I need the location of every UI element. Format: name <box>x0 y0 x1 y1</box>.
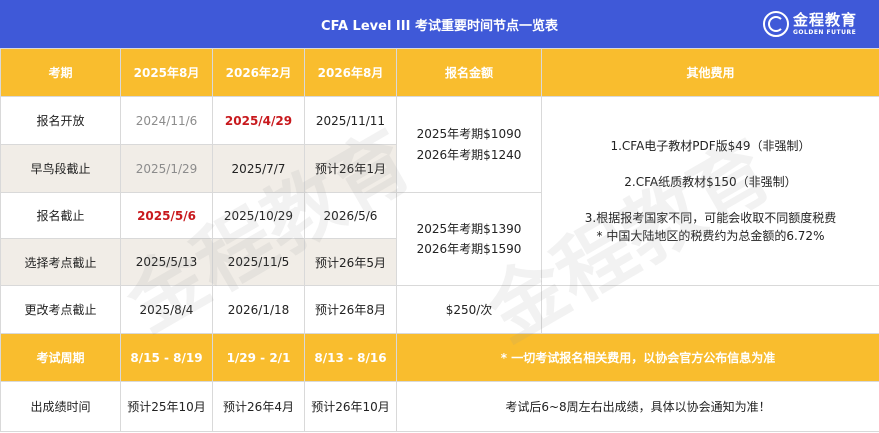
other-fee-item: 1.CFA电子教材PDF版$49（非强制） <box>610 139 811 153</box>
table-row: 报名开放 2024/11/6 2025/4/29 2025/11/11 2025… <box>0 96 879 286</box>
title-bar: CFA Level III 考试重要时间节点一览表 金程教育 GOLDEN FU… <box>0 0 879 48</box>
schedule-table: 考期 2025年8月 2026年2月 2026年8月 报名金额 其他费用 报名开… <box>0 48 879 432</box>
logo-name-en: GOLDEN FUTURE <box>792 28 857 36</box>
other-fees-cell: 1.CFA电子教材PDF版$49（非强制） 2.CFA纸质教材$150（非强制）… <box>541 96 879 286</box>
row-label: 早鸟段截止 <box>0 144 121 193</box>
header-2026-aug: 2026年8月 <box>304 48 397 97</box>
date-cell: 预计26年8月 <box>304 285 397 334</box>
exam-cycle-row: 考试周期 8/15 - 8/19 1/29 - 2/1 8/13 - 8/16 … <box>0 333 879 382</box>
header-fee: 报名金额 <box>396 48 542 97</box>
date-cell: 2026/5/6 <box>304 192 397 239</box>
logo-name-cn: 金程教育 <box>792 10 857 29</box>
page-title: CFA Level III 考试重要时间节点一览表 <box>321 18 558 34</box>
row-label: 选择考点截止 <box>0 238 121 286</box>
row-label: 更改考点截止 <box>0 285 121 334</box>
date-cell: 2025/10/29 <box>212 192 305 239</box>
fee-2026-early: 2026年考期$1240 <box>416 147 522 162</box>
other-fee-item: 3.根据报考国家不同，可能会收取不同额度税费 <box>584 211 837 225</box>
header-other-fees: 其他费用 <box>541 48 879 97</box>
result-cell: 预计25年10月 <box>120 381 213 432</box>
fee-2025-standard: 2025年考期$1390 <box>416 221 522 236</box>
date-cell-highlight: 2025/4/29 <box>212 96 305 145</box>
header-2025-aug: 2025年8月 <box>120 48 213 97</box>
other-fee-note: * 中国大陆地区的税费约为总金额的6.72% <box>596 229 825 243</box>
date-cell: 2025/5/13 <box>120 238 213 286</box>
date-cell: 2025/11/5 <box>212 238 305 286</box>
result-cell: 预计26年4月 <box>212 381 305 432</box>
date-cell: 2025/11/11 <box>304 96 397 145</box>
cycle-cell: 8/15 - 8/19 <box>120 333 213 382</box>
fee-2026-standard: 2026年考期$1590 <box>416 242 522 256</box>
table-row: 更改考点截止 2025/8/4 2026/1/18 预计26年8月 $250/次 <box>0 285 879 334</box>
other-fee-item: 2.CFA纸质教材$150（非强制） <box>624 175 797 189</box>
cycle-note: * 一切考试报名相关费用，以协会官方公布信息为准 <box>396 333 879 382</box>
cycle-label: 考试周期 <box>0 333 121 382</box>
date-cell: 2025/1/29 <box>120 144 213 193</box>
logo-emblem-icon <box>762 11 789 37</box>
result-label: 出成绩时间 <box>0 381 121 432</box>
row-label: 报名截止 <box>0 192 121 239</box>
header-row: 考期 2025年8月 2026年2月 2026年8月 报名金额 其他费用 <box>0 48 879 97</box>
date-cell: 预计26年1月 <box>304 144 397 193</box>
date-cell-highlight: 2025/5/6 <box>120 192 213 239</box>
early-fee-cell: 2025年考期$1090 2026年考期$1240 <box>396 96 542 193</box>
result-note: 考试后6~8周左右出成绩，具体以协会通知为准！ <box>396 381 879 432</box>
fee-2025-early: 2025年考期$1090 <box>416 127 522 142</box>
date-cell: 2025/8/4 <box>120 285 213 334</box>
cycle-cell: 1/29 - 2/1 <box>212 333 305 382</box>
date-cell: 2026/1/18 <box>212 285 305 334</box>
date-cell: 2024/11/6 <box>120 96 213 145</box>
result-row: 出成绩时间 预计25年10月 预计26年4月 预计26年10月 考试后6~8周左… <box>0 381 879 432</box>
brand-logo: 金程教育 GOLDEN FUTURE <box>762 9 857 39</box>
standard-fee-cell: 2025年考期$1390 2026年考期$1590 <box>396 192 542 286</box>
cycle-cell: 8/13 - 8/16 <box>304 333 397 382</box>
date-cell: 2025/7/7 <box>212 144 305 193</box>
row-label: 报名开放 <box>0 96 121 145</box>
header-2026-feb: 2026年2月 <box>212 48 305 97</box>
change-fee-cell: $250/次 <box>396 285 542 334</box>
date-cell: 预计26年5月 <box>304 238 397 286</box>
result-cell: 预计26年10月 <box>304 381 397 432</box>
header-term: 考期 <box>0 48 121 97</box>
logo-text: 金程教育 GOLDEN FUTURE <box>792 10 857 36</box>
